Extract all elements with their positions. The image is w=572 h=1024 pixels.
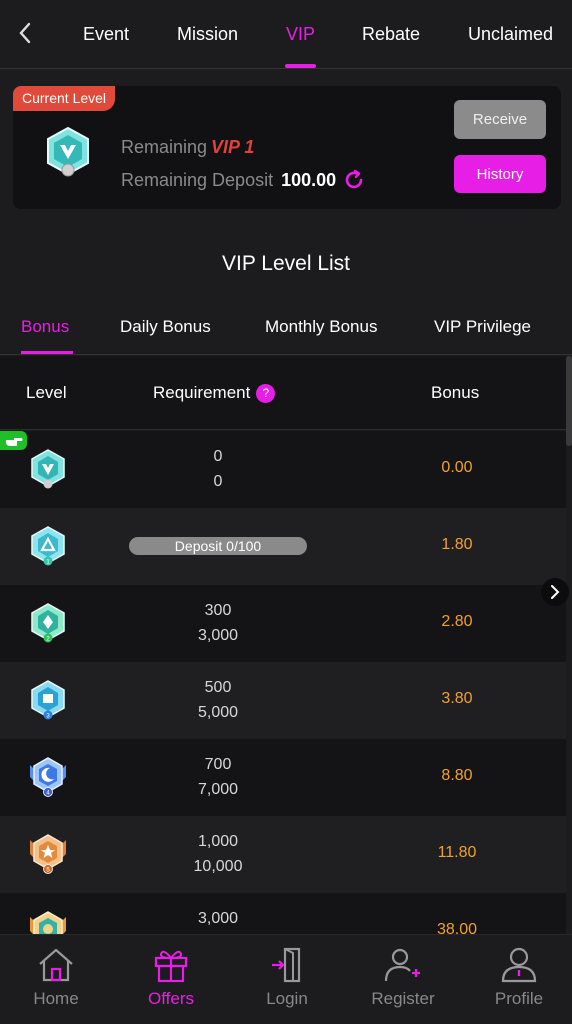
gift-icon [154, 950, 188, 983]
bonus-value: 0.00 [441, 459, 473, 476]
requirement-deposit: 300 [204, 602, 232, 619]
active-subtab-indicator [21, 351, 73, 354]
requirement-cell: 3,000 [118, 906, 318, 931]
header-bonus: Bonus [431, 383, 480, 402]
top-navigation: Event Mission VIP Rebate Unclaimed [0, 0, 572, 69]
vip-0-badge-icon [47, 126, 89, 177]
tab-event[interactable]: Event [83, 22, 129, 52]
requirement-deposit: 1,000 [197, 833, 239, 850]
table-row: 3 500 5,000 3.80 [0, 662, 566, 739]
requirement-bet: 0 [213, 473, 223, 490]
vip-page: { "nav": { "tabs": [ {"label": "Event"},… [0, 0, 572, 1024]
receive-button[interactable]: Receive [454, 100, 546, 139]
requirement-bet: 3,000 [197, 627, 239, 644]
requirement-bet: 7,000 [197, 781, 239, 798]
subtab-bonus[interactable]: Bonus [21, 317, 69, 337]
history-button[interactable]: History [454, 155, 546, 193]
requirement-bet: 10,000 [193, 858, 243, 875]
tab-rebate[interactable]: Rebate [362, 22, 420, 52]
remaining-vip-text: Remaining VIP 1 [121, 137, 254, 158]
scrollbar[interactable] [566, 356, 572, 446]
active-tab-indicator [285, 64, 316, 68]
table-row: 1 Deposit 0/100 1.80 [0, 508, 566, 585]
nav-register[interactable]: Register [353, 945, 453, 1009]
requirement-deposit: 700 [204, 756, 232, 773]
home-icon [39, 948, 73, 982]
subtab-daily-bonus[interactable]: Daily Bonus [120, 317, 211, 337]
table-row: 5 1,000 10,000 11.80 [0, 816, 566, 893]
vip-5-badge-icon: 5 [30, 834, 66, 874]
login-icon [272, 947, 301, 983]
profile-icon [501, 947, 537, 983]
header-level: Level [26, 383, 67, 402]
vip-1-badge-icon: 1 [31, 526, 65, 566]
chevron-right-icon [551, 585, 560, 599]
table-row: 2 300 3,000 2.80 [0, 585, 566, 662]
subtab-vip-privilege[interactable]: VIP Privilege [434, 317, 531, 337]
current-level-card: Current Level Remaining VIP 1 Remaining D… [13, 86, 561, 209]
requirement-cell: 1,000 10,000 [118, 829, 318, 879]
vip-0-badge-icon [31, 449, 65, 489]
table-header: Level Requirement? Bonus [0, 356, 566, 430]
bonus-value: 1.80 [441, 536, 473, 553]
remaining-deposit-amount: 100.00 [281, 169, 337, 190]
bonus-value: 8.80 [441, 767, 473, 784]
requirement-cell: 300 3,000 [118, 598, 318, 648]
requirement-cell: 0 0 [118, 444, 318, 494]
requirement-cell: 500 5,000 [118, 675, 318, 725]
tab-vip[interactable]: VIP [286, 22, 315, 52]
nav-login-label: Login [266, 989, 308, 1008]
vip-6-badge-icon [30, 911, 66, 934]
nav-register-label: Register [371, 989, 435, 1008]
vip-level-table: 0 0 0.00 1 Deposit 0/100 1.80 2 300 3,00… [0, 431, 566, 934]
nav-profile-label: Profile [494, 989, 544, 1008]
tab-mission[interactable]: Mission [177, 22, 238, 52]
add-user-icon [384, 948, 420, 982]
requirement-deposit: 3,000 [197, 910, 239, 927]
requirement-deposit: 0 [213, 448, 223, 465]
remaining-label: Remaining [121, 137, 208, 157]
requirement-bet: 5,000 [197, 704, 239, 721]
bonus-value: 38.00 [436, 921, 478, 934]
nav-login[interactable]: Login [237, 945, 337, 1009]
pointing-hand-icon [5, 437, 22, 446]
tab-unclaimed[interactable]: Unclaimed [468, 22, 553, 52]
nav-offers[interactable]: Offers [121, 945, 221, 1009]
scroll-right-button[interactable] [541, 578, 569, 606]
bonus-value: 2.80 [441, 613, 473, 630]
refresh-icon[interactable] [342, 168, 366, 192]
remaining-deposit-label: Remaining Deposit [121, 169, 274, 190]
deposit-progress-label: Deposit 0/100 [174, 538, 262, 554]
next-vip-level: VIP 1 [211, 137, 255, 157]
vip-2-badge-icon: 2 [31, 603, 65, 643]
table-row: 4 700 7,000 8.80 [0, 739, 566, 816]
vip-level-list-title: VIP Level List [221, 252, 351, 275]
header-requirement: Requirement? [153, 383, 276, 403]
subtab-monthly-bonus[interactable]: Monthly Bonus [265, 317, 377, 337]
header-requirement-label: Requirement [153, 383, 251, 402]
bonus-value: 11.80 [437, 844, 477, 861]
bottom-navigation: Home Offers Login Register Profile [0, 934, 572, 1024]
deposit-progress-bar: Deposit 0/100 [129, 537, 307, 555]
nav-home[interactable]: Home [6, 945, 106, 1009]
vip-3-badge-icon: 3 [31, 680, 65, 720]
nav-profile[interactable]: Profile [469, 945, 569, 1009]
vip-4-badge-icon: 4 [30, 757, 66, 797]
requirement-deposit: 500 [204, 679, 232, 696]
requirement-cell: 700 7,000 [118, 752, 318, 802]
nav-home-label: Home [33, 989, 79, 1008]
table-row: 0 0 0.00 [0, 431, 566, 508]
current-level-badge: Current Level [13, 86, 116, 111]
current-level-pointer [0, 431, 27, 450]
table-row: 3,000 38.00 [0, 893, 566, 934]
back-button[interactable] [10, 18, 40, 48]
remaining-deposit-text: Remaining Deposit 100.00 [121, 168, 366, 192]
bonus-value: 3.80 [441, 690, 473, 707]
bonus-subtabs: Bonus Daily Bonus Monthly Bonus VIP Priv… [0, 300, 572, 355]
help-icon[interactable]: ? [256, 384, 276, 403]
chevron-left-icon [19, 22, 31, 44]
nav-offers-label: Offers [148, 989, 194, 1008]
